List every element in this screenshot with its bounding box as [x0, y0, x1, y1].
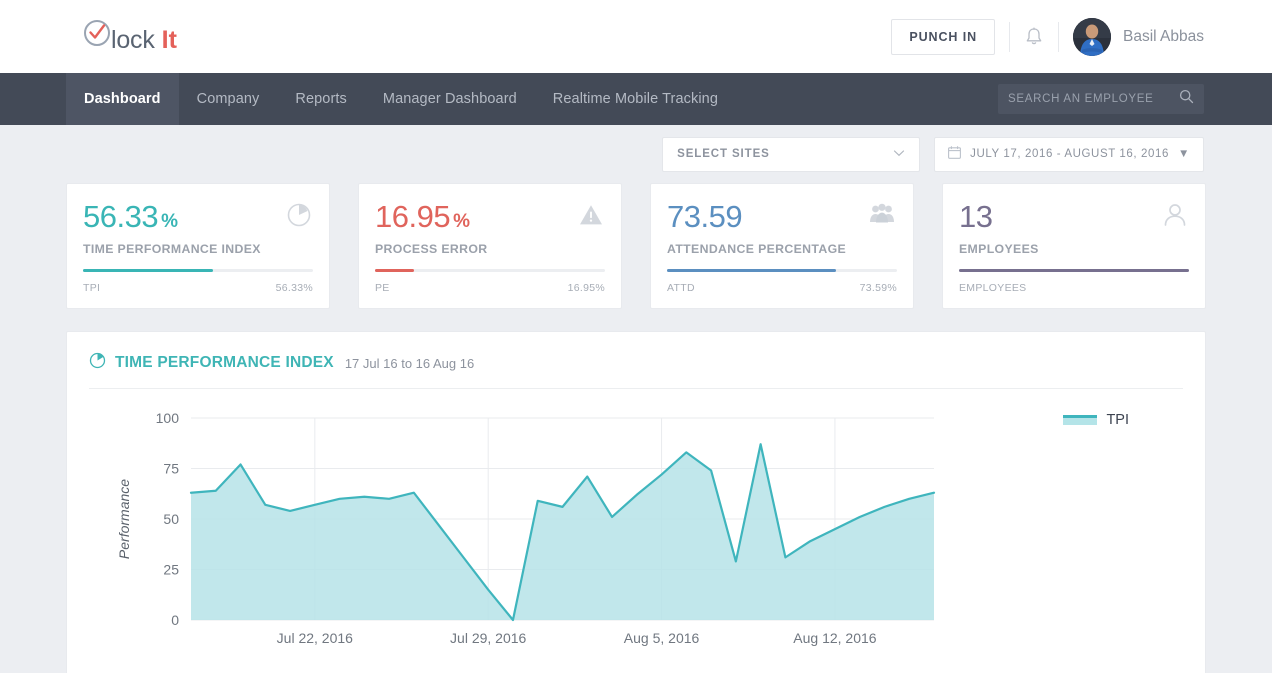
kpi-value: 56.33: [83, 199, 159, 234]
svg-text:Jul 29, 2016: Jul 29, 2016: [450, 630, 526, 646]
header-actions: PUNCH IN Basil Abbas: [891, 0, 1204, 73]
kpi-label: PROCESS ERROR: [375, 242, 488, 256]
kpi-value-row: 16.95%: [375, 201, 605, 233]
single-user-icon: [1162, 202, 1188, 233]
kpi-value: 73.59: [667, 199, 743, 234]
user-name[interactable]: Basil Abbas: [1123, 28, 1204, 46]
avatar[interactable]: [1073, 17, 1111, 56]
kpi-value-row: 56.33%: [83, 201, 313, 233]
kpi-bar-value: 56.33%: [275, 282, 313, 294]
chart-panel: TIME PERFORMANCE INDEX 17 Jul 16 to 16 A…: [66, 331, 1206, 673]
kpi-bar-key: PE: [375, 282, 390, 294]
nav-item-realtime-mobile-tracking[interactable]: Realtime Mobile Tracking: [535, 73, 736, 125]
chevron-down-icon: [893, 148, 905, 160]
chart-legend: TPI: [1063, 412, 1129, 428]
svg-text:Jul 22, 2016: Jul 22, 2016: [277, 630, 353, 646]
pie-chart-icon: [286, 202, 312, 233]
select-sites-dropdown[interactable]: SELECT SITES: [662, 136, 921, 172]
kpi-value: 13: [959, 199, 993, 234]
svg-text:75: 75: [163, 461, 179, 477]
kpi-bar-key: TPI: [83, 282, 101, 294]
chart-panel-header: TIME PERFORMANCE INDEX 17 Jul 16 to 16 A…: [89, 352, 1183, 388]
kpi-progress-track: [959, 269, 1189, 272]
warning-triangle-icon: [578, 202, 604, 233]
kpi-unit: %: [161, 211, 178, 232]
date-range-picker[interactable]: JULY 17, 2016 - AUGUST 16, 2016 ▼: [934, 136, 1204, 172]
date-range-label: JULY 17, 2016 - AUGUST 16, 2016: [970, 148, 1170, 160]
nav-item-manager-dashboard[interactable]: Manager Dashboard: [365, 73, 535, 125]
header-divider-2: [1058, 21, 1059, 52]
pie-chart-icon: [89, 352, 106, 374]
people-group-icon: [868, 202, 896, 233]
caret-down-icon: ▼: [1178, 148, 1190, 160]
kpi-progress-fill: [959, 269, 1189, 272]
kpi-card-time-performance-index[interactable]: 56.33% TIME PERFORMANCE INDEX TPI 56.33%: [66, 183, 330, 309]
punch-in-button[interactable]: PUNCH IN: [891, 18, 995, 55]
legend-swatch-tpi: [1063, 415, 1098, 425]
filter-bar: SELECT SITES JULY 17, 2016 - AUGUST 16, …: [0, 125, 1272, 183]
search-input[interactable]: [1008, 93, 1179, 105]
kpi-label: TIME PERFORMANCE INDEX: [83, 242, 261, 256]
kpi-progress-track: [375, 269, 605, 272]
nav-item-company[interactable]: Company: [179, 73, 278, 125]
kpi-progress-track: [667, 269, 897, 272]
svg-text:Aug 5, 2016: Aug 5, 2016: [624, 630, 700, 646]
app-logo[interactable]: lock It: [82, 18, 177, 55]
header-divider-1: [1009, 21, 1010, 52]
kpi-value: 16.95: [375, 199, 451, 234]
kpi-card-row: 56.33% TIME PERFORMANCE INDEX TPI 56.33%…: [0, 183, 1272, 309]
kpi-progress-footer: TPI 56.33%: [83, 282, 313, 294]
kpi-bar-key: ATTD: [667, 282, 695, 294]
kpi-card-process-error[interactable]: 16.95% PROCESS ERROR PE 16.95%: [358, 183, 622, 309]
kpi-progress-track: [83, 269, 313, 272]
svg-text:0: 0: [171, 612, 179, 628]
logo-text-accent: It: [161, 26, 177, 54]
kpi-card-attendance-percentage[interactable]: 73.59 ATTENDANCE PERCENTAGE ATTD 73.59%: [650, 183, 914, 309]
svg-text:Performance: Performance: [116, 479, 132, 559]
kpi-progress-fill: [375, 269, 414, 272]
logo-text-main: lock: [111, 26, 155, 54]
svg-text:50: 50: [163, 511, 179, 527]
bell-icon[interactable]: [1024, 26, 1044, 48]
svg-text:25: 25: [163, 562, 179, 578]
circle-check-icon: [82, 18, 112, 48]
nav-item-dashboard[interactable]: Dashboard: [66, 73, 179, 125]
nav-item-list: Dashboard Company Reports Manager Dashbo…: [66, 73, 736, 125]
time-performance-index-chart[interactable]: 0 25 50 75 100 Jul 22, 2016 Jul 29, 2016 Aug 5,…: [89, 408, 1209, 658]
kpi-label: EMPLOYEES: [959, 242, 1039, 256]
calendar-icon: [948, 146, 962, 162]
employee-search[interactable]: [998, 84, 1204, 114]
kpi-progress-footer: PE 16.95%: [375, 282, 605, 294]
kpi-progress-fill: [83, 269, 213, 272]
search-icon[interactable]: [1179, 89, 1194, 109]
select-sites-label: SELECT SITES: [677, 148, 770, 160]
legend-label-tpi: TPI: [1106, 412, 1129, 428]
chart-subtitle: 17 Jul 16 to 16 Aug 16: [344, 355, 475, 371]
top-header: lock It PUNCH IN Basil Abbas: [0, 0, 1272, 73]
kpi-bar-value: 16.95%: [567, 282, 605, 294]
chart-title: TIME PERFORMANCE INDEX: [115, 354, 334, 371]
kpi-value-row: 73.59: [667, 201, 897, 233]
chart-area: 0 25 50 75 100 Jul 22, 2016 Jul 29, 2016 Aug 5,…: [89, 408, 1183, 663]
nav-item-reports[interactable]: Reports: [277, 73, 364, 125]
kpi-unit: %: [453, 211, 470, 232]
svg-text:Aug 12, 2016: Aug 12, 2016: [793, 630, 877, 646]
kpi-bar-value: 73.59%: [859, 282, 897, 294]
svg-text:100: 100: [156, 410, 180, 426]
main-navigation: Dashboard Company Reports Manager Dashbo…: [0, 73, 1272, 125]
kpi-progress-fill: [667, 269, 837, 272]
kpi-value-row: 13: [959, 201, 1189, 233]
kpi-progress-footer: EMPLOYEES: [959, 282, 1189, 294]
panel-divider: [89, 388, 1183, 389]
kpi-label: ATTENDANCE PERCENTAGE: [667, 242, 847, 256]
kpi-card-employees[interactable]: 13 EMPLOYEES EMPLOYEES: [942, 183, 1206, 309]
kpi-bar-key: EMPLOYEES: [959, 282, 1027, 294]
kpi-progress-footer: ATTD 73.59%: [667, 282, 897, 294]
